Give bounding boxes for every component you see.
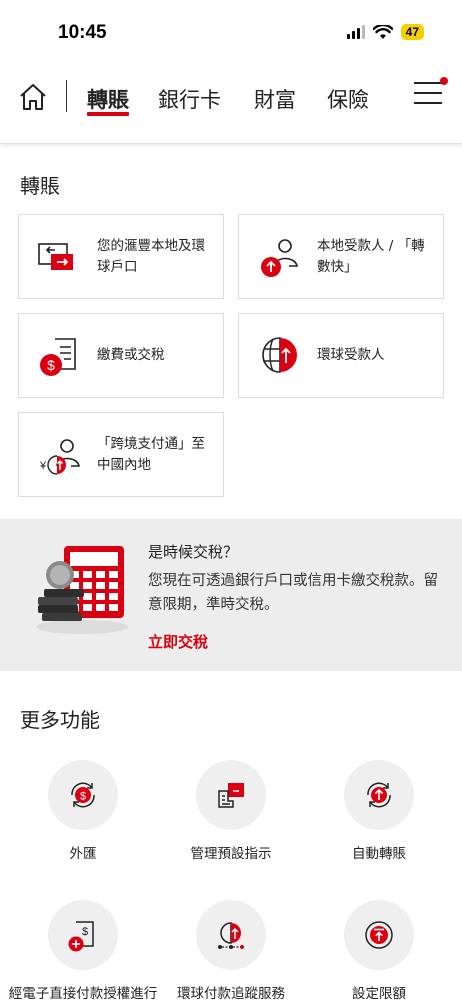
feature-auto-transfer[interactable]: 自動轉賬 [304,760,454,864]
feature-label: 外匯 [69,846,97,862]
local-payee-icon [261,238,298,277]
feature-label: 設定限額 [352,986,406,1000]
svg-text:$: $ [80,791,86,803]
feature-edda[interactable]: $ 經電子直接付款授權進行繳費戶口 [8,900,158,1000]
feature-fx[interactable]: $ 外匯 [8,760,158,864]
feature-standing-instructions[interactable]: 管理預設指示 [156,760,306,864]
battery-indicator: 47 [400,24,424,40]
feature-circle [344,900,414,970]
card-own-accounts[interactable]: 您的滙豐本地及環球戶口 [18,214,224,299]
tab-wealth[interactable]: 財富 [254,84,296,114]
menu-button[interactable] [414,77,448,108]
card-label: 您的滙豐本地及環球戶口 [97,237,205,275]
svg-text:$: $ [47,357,55,373]
home-icon [20,84,46,110]
feature-label: 自動轉賬 [352,846,406,862]
bill-payment-icon: $ [40,337,76,376]
menu-line [414,82,442,84]
payment-tracker-icon [218,922,244,949]
tab-insurance[interactable]: 保險 [327,84,369,114]
feature-label: 經電子直接付款授權進行繳費戶口 [8,986,158,1000]
card-label: 本地受款人 / 「轉數快」 [317,237,425,275]
nav-divider [66,80,67,112]
card-local-payee[interactable]: 本地受款人 / 「轉數快」 [238,214,444,299]
promo-body: 您現在可透過銀行戶口或信用卡繳交稅款。留意限期，準時交稅。 [148,573,438,613]
calculator-coins-icon [36,546,128,634]
card-global-payee[interactable]: 環球受款人 [238,313,444,398]
menu-line [414,92,442,94]
transfer-section-title: 轉賬 [20,174,60,198]
promo-title: 是時候交稅？ [148,543,239,561]
feature-circle [196,760,266,830]
set-limit-icon [365,921,393,949]
svg-text:$: $ [82,926,88,938]
card-cross-boundary[interactable]: ¥ 「跨境支付通」至中國內地 [18,412,224,497]
tab-cards[interactable]: 銀行卡 [158,84,221,114]
account-transfer-icon [38,242,73,270]
active-tab-indicator [87,112,129,116]
wifi-icon [372,24,393,39]
auto-transfer-icon [367,782,391,808]
feature-circle: $ [48,760,118,830]
card-label: 繳費或交稅 [97,347,165,363]
pay-tax-now-link[interactable]: 立即交稅 [148,631,208,652]
feature-payment-tracker[interactable]: 環球付款追蹤服務 [156,900,306,1000]
home-button[interactable] [18,82,48,112]
top-navbar: 轉賬 銀行卡 財富 保險 [0,64,462,144]
cross-boundary-icon: ¥ [39,438,80,475]
svg-text:¥: ¥ [39,460,47,472]
feature-label: 管理預設指示 [190,846,272,862]
feature-label: 環球付款追蹤服務 [177,986,285,1000]
global-payee-icon [262,336,297,373]
status-bar: 10:45 47 [0,0,462,64]
status-time: 10:45 [58,22,107,43]
feature-circle [344,760,414,830]
more-features-title: 更多功能 [20,708,100,732]
menu-line [414,102,442,104]
notification-dot [440,77,448,85]
card-bill-payment[interactable]: $ 繳費或交稅 [18,313,224,398]
feature-circle: $ [48,900,118,970]
feature-set-limit[interactable]: 設定限額 [304,900,454,1000]
card-label: 「跨境支付通」至中國內地 [97,435,205,473]
status-icons: 47 [346,24,424,40]
standing-instruction-icon [218,783,244,808]
tax-promo-banner: 是時候交稅？ 您現在可透過銀行戶口或信用卡繳交稅款。留意限期，準時交稅。 立即交… [0,519,462,671]
fx-icon: $ [71,782,95,808]
tab-transfer[interactable]: 轉賬 [87,84,129,114]
signal-icon [346,25,365,39]
card-label: 環球受款人 [317,347,385,363]
edda-icon: $ [68,921,94,952]
feature-circle [196,900,266,970]
